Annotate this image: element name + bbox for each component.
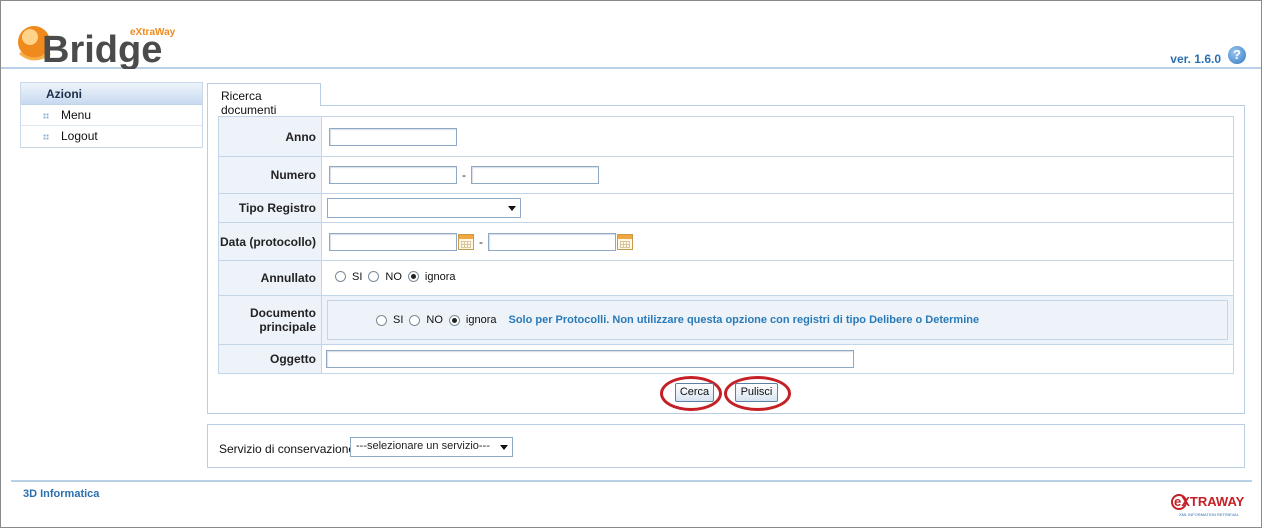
calendar-icon[interactable] xyxy=(617,233,633,250)
anno-input[interactable] xyxy=(329,127,457,146)
doc-principale-ignora-radio[interactable] xyxy=(448,314,460,326)
service-label: Servizio di conservazione: xyxy=(219,442,359,456)
sidebar-title: Azioni xyxy=(21,83,202,105)
radio-label: ignora xyxy=(424,270,456,283)
radio-label: NO xyxy=(385,270,402,283)
doc-principale-no-radio[interactable] xyxy=(409,314,421,326)
sidebar: Azioni Menu Logout xyxy=(20,82,203,148)
sidebar-item-label: Menu xyxy=(61,108,92,122)
annullato-ignora-radio[interactable] xyxy=(407,271,419,283)
documento-principale-radio-group: SI NO ignora xyxy=(370,314,496,326)
tipo-registro-select[interactable] xyxy=(327,198,521,218)
annullato-label: Annullato xyxy=(218,260,322,296)
chevron-down-icon xyxy=(500,445,508,450)
annullato-no-radio[interactable] xyxy=(368,271,380,283)
footer-brand: 3D Informatica xyxy=(23,488,100,500)
documento-principale-label: Documento principale xyxy=(218,295,322,345)
footer-divider xyxy=(11,480,1252,482)
extraway-logo: eXTRAWAY XML INFORMATION RETRIEVAL xyxy=(1171,494,1245,517)
tipo-registro-label: Tipo Registro xyxy=(218,193,322,223)
sidebar-item-menu[interactable]: Menu xyxy=(21,105,202,126)
documento-principale-box: SI NO ignora Solo per Protocolli. Non ut… xyxy=(327,300,1228,340)
tab-ricerca-documenti[interactable]: Ricerca documenti xyxy=(207,83,321,117)
numero-from-input[interactable] xyxy=(329,166,457,184)
sidebar-item-logout[interactable]: Logout xyxy=(21,126,202,147)
data-to-input[interactable] xyxy=(488,232,616,251)
calendar-icon[interactable] xyxy=(458,233,474,250)
bridge-logo: Bridge eXtraWay xyxy=(18,26,176,69)
doc-principale-si-radio[interactable] xyxy=(376,314,387,326)
svg-text:eXtraWay: eXtraWay xyxy=(130,27,176,38)
data-protocollo-label: Data (protocollo) xyxy=(218,222,322,261)
label-line: Documento xyxy=(250,306,316,320)
header: Bridge eXtraWay ver. 1.6.0 ? xyxy=(1,1,1261,69)
search-form: Anno Numero - Tipo Registro Data (protoc… xyxy=(218,116,1234,374)
anno-label: Anno xyxy=(218,116,322,157)
numero-to-input[interactable] xyxy=(471,166,599,184)
range-separator: - xyxy=(479,234,483,249)
cerca-button[interactable]: Cerca xyxy=(675,383,714,402)
radio-label: ignora xyxy=(465,314,497,326)
documento-principale-note: Solo per Protocolli. Non utilizzare ques… xyxy=(508,314,980,326)
pulisci-button[interactable]: Pulisci xyxy=(735,383,778,402)
help-icon[interactable]: ? xyxy=(1228,46,1246,64)
svg-text:eXTRAWAY: eXTRAWAY xyxy=(1174,494,1245,509)
svg-text:XML INFORMATION RETRIEVAL: XML INFORMATION RETRIEVAL xyxy=(1179,512,1240,517)
sidebar-item-label: Logout xyxy=(61,129,98,143)
range-separator: - xyxy=(462,168,466,182)
annullato-radio-group: SI NO ignora xyxy=(329,271,455,283)
numero-label: Numero xyxy=(218,156,322,194)
bullet-icon xyxy=(43,113,49,119)
service-select[interactable]: ---selezionare un servizio--- xyxy=(350,437,513,457)
version-label: ver. 1.6.0 xyxy=(1170,52,1221,66)
radio-label: NO xyxy=(426,314,443,326)
data-from-input[interactable] xyxy=(329,232,457,251)
oggetto-input[interactable] xyxy=(326,350,854,368)
annullato-si-radio[interactable] xyxy=(335,271,346,283)
oggetto-label: Oggetto xyxy=(218,344,322,374)
radio-label: SI xyxy=(352,270,363,283)
radio-label: SI xyxy=(393,314,404,326)
service-selected: ---selezionare un servizio--- xyxy=(356,440,490,452)
bullet-icon xyxy=(43,134,49,140)
service-panel: Servizio di conservazione: ---selezionar… xyxy=(207,424,1245,468)
chevron-down-icon xyxy=(508,206,516,211)
label-line: principale xyxy=(259,320,316,334)
